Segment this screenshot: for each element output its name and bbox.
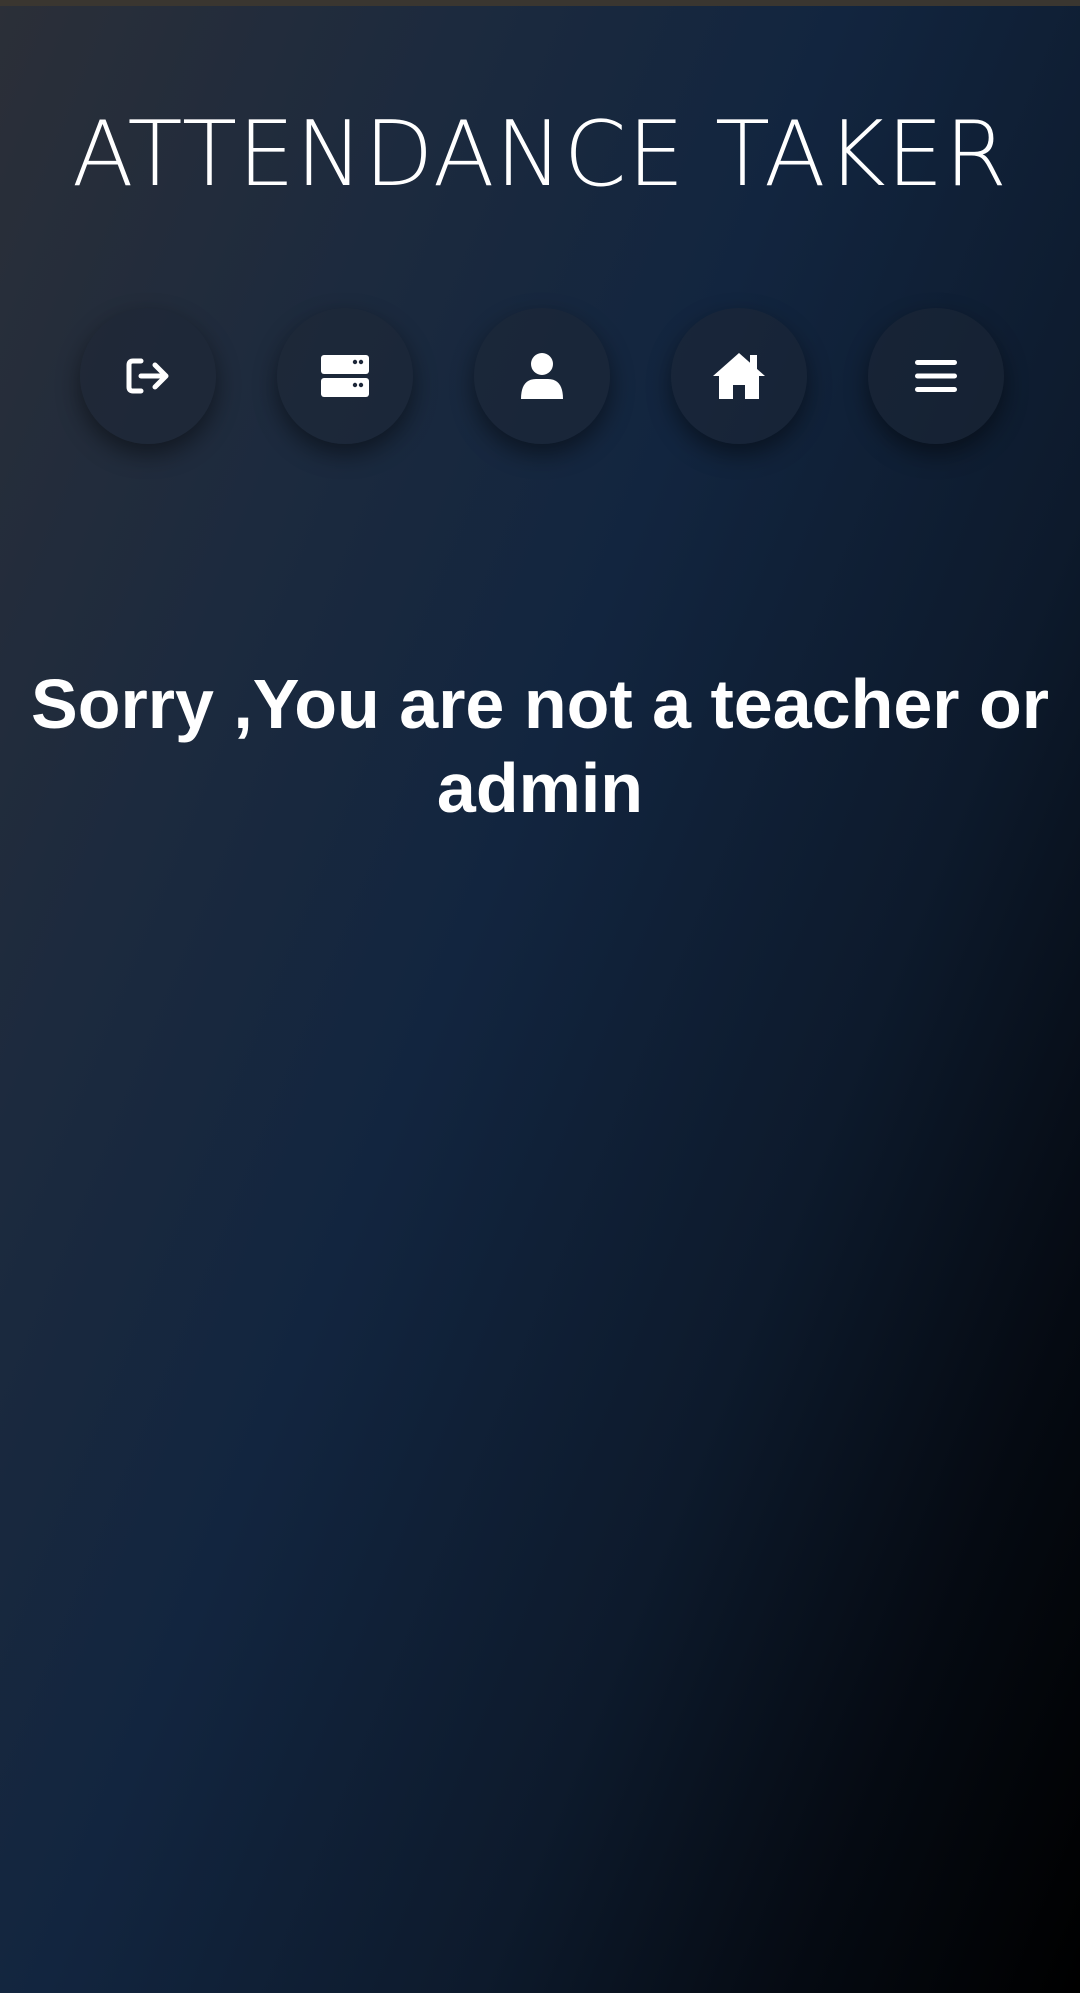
home-button[interactable] [671, 308, 807, 444]
access-denied-message: Sorry ,You are not a teacher or admin [31, 665, 1049, 827]
menu-button[interactable] [868, 308, 1004, 444]
home-icon [713, 353, 765, 399]
logout-icon [126, 358, 169, 394]
menu-icon [915, 360, 957, 392]
user-icon [521, 353, 563, 399]
top-strip [0, 0, 1080, 6]
profile-button[interactable] [474, 308, 610, 444]
nav-bar [0, 308, 1080, 444]
app-title: ATTENDANCE TAKER [71, 102, 1009, 207]
logout-button[interactable] [80, 308, 216, 444]
server-button[interactable] [277, 308, 413, 444]
server-icon [321, 355, 369, 397]
